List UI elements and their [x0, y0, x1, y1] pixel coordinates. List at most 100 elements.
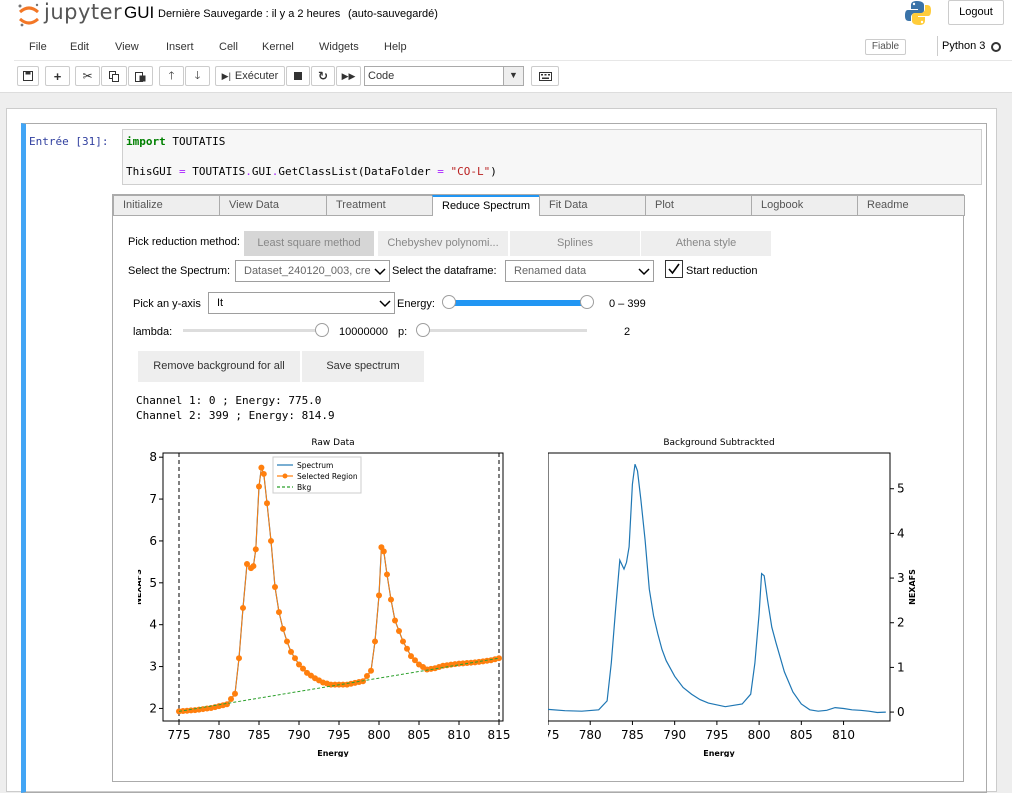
y-tick-label: 4	[897, 526, 905, 540]
restart-run-all-button[interactable]: ▶▶	[336, 66, 361, 86]
menu-cell[interactable]: Cell	[219, 41, 238, 53]
start-reduction-checkbox[interactable]	[665, 260, 683, 278]
toutatis-gui-widget: Initialize View Data Treatment Reduce Sp…	[112, 194, 965, 782]
tab-treatment[interactable]: Treatment	[326, 195, 433, 216]
tab-reduce-spectrum[interactable]: Reduce Spectrum	[432, 195, 540, 216]
slider-handle[interactable]	[416, 323, 430, 337]
menu-view[interactable]: View	[115, 41, 139, 53]
remove-background-button[interactable]: Remove background for all	[138, 351, 300, 382]
menu-edit[interactable]: Edit	[70, 41, 89, 53]
method-least-square-button[interactable]: Least square method	[244, 231, 374, 256]
lambda-slider[interactable]	[181, 323, 331, 339]
selected-region-point	[380, 548, 387, 555]
selected-region-point	[292, 655, 298, 662]
method-splines-button[interactable]: Splines	[510, 231, 640, 256]
tab-plot[interactable]: Plot	[645, 195, 752, 216]
legend-marker	[282, 473, 288, 479]
p-slider[interactable]	[415, 323, 590, 339]
menu-widgets[interactable]: Widgets	[319, 41, 359, 53]
method-chebyshev-button[interactable]: Chebyshev polynomi...	[378, 231, 508, 256]
chart-title: Raw Data	[311, 438, 354, 448]
tab-view-data[interactable]: View Data	[219, 195, 327, 216]
python-logo-icon	[905, 1, 931, 25]
copy-button[interactable]	[101, 66, 127, 86]
jupyter-logo-icon[interactable]	[17, 2, 41, 28]
x-tick-label: 780	[579, 728, 602, 742]
slider-fill	[447, 300, 587, 306]
yaxis-select[interactable]: It	[208, 292, 395, 314]
menu-insert[interactable]: Insert	[166, 41, 194, 53]
cell-type-select[interactable]: Code ▼	[364, 66, 524, 86]
selected-region-point	[384, 571, 390, 578]
plot-frame	[548, 452, 891, 722]
interrupt-button[interactable]	[286, 66, 310, 86]
tab-readme[interactable]: Readme	[857, 195, 965, 216]
x-tick-label: 795	[705, 728, 728, 742]
background-subtracted-chart: Background Subtrackted Energy 775 780 785 790…	[548, 438, 917, 757]
notebook-name[interactable]: GUI	[124, 3, 154, 23]
x-tick-label: 795	[328, 728, 351, 742]
y-tick-label: 7	[149, 492, 157, 506]
selected-region-point	[404, 645, 410, 652]
selected-region-point	[264, 500, 270, 507]
menu-kernel[interactable]: Kernel	[262, 41, 294, 53]
insert-cell-button[interactable]: +	[45, 66, 70, 86]
slider-track	[417, 329, 587, 332]
tab-logbook[interactable]: Logbook	[751, 195, 858, 216]
y-tick-label: 5	[897, 482, 905, 496]
y-axis-label: NEXAFS	[138, 569, 143, 605]
slider-handle[interactable]	[315, 323, 329, 337]
x-tick-label: 790	[663, 728, 686, 742]
tab-fit-data[interactable]: Fit Data	[539, 195, 646, 216]
x-tick-label: 805	[790, 728, 813, 742]
chevron-down-icon	[373, 261, 387, 281]
selected-region-point	[388, 596, 394, 603]
method-athena-button[interactable]: Athena style	[641, 231, 771, 256]
y-axis-label: NEXAFS	[908, 569, 917, 605]
copy-icon	[108, 70, 119, 82]
selected-region-point	[236, 655, 242, 662]
menubar: File Edit View Insert Cell Kernel Widget…	[14, 33, 1012, 61]
code-operator: .	[245, 165, 252, 178]
chevron-down-icon	[378, 293, 392, 313]
logout-button[interactable]: Logout	[948, 0, 1004, 25]
code-line-2: ThisGUI = TOUTATIS.GUI.GetClassList(Data…	[126, 165, 497, 178]
selected-region-point	[364, 672, 370, 679]
cut-button[interactable]: ✂	[75, 66, 100, 86]
restart-button[interactable]: ↻	[311, 66, 335, 86]
move-down-button[interactable]: 🡓	[185, 66, 210, 86]
chart-title: Background Subtrackted	[663, 438, 774, 448]
reduction-method-label: Pick reduction method:	[128, 236, 240, 248]
keyboard-icon	[538, 71, 552, 81]
code-editor[interactable]: import TOUTATIS ThisGUI = TOUTATIS.GUI.G…	[122, 129, 982, 185]
energy-range-slider[interactable]	[442, 295, 594, 311]
jupyter-logo-text[interactable]: jupyter	[44, 0, 122, 24]
menu-file[interactable]: File	[29, 41, 47, 53]
slider-handle-high[interactable]	[580, 295, 594, 309]
trusted-badge[interactable]: Fiable	[865, 39, 906, 55]
save-spectrum-button[interactable]: Save spectrum	[302, 351, 424, 382]
spectrum-select-label: Select the Spectrum:	[128, 265, 231, 277]
y-tick-label: 3	[897, 571, 905, 585]
menu-help[interactable]: Help	[384, 41, 407, 53]
paste-button[interactable]	[128, 66, 153, 86]
selected-region-point	[240, 604, 246, 611]
energy-slider-label: Energy:	[397, 298, 435, 310]
p-slider-label: p:	[398, 326, 408, 338]
lambda-slider-label: lambda:	[133, 326, 173, 338]
selected-region-point	[376, 592, 382, 599]
slider-handle-low[interactable]	[442, 295, 456, 309]
yaxis-select-label: Pick an y-axis	[133, 298, 201, 310]
save-button[interactable]	[17, 66, 39, 86]
x-tick-label: 780	[208, 728, 231, 742]
autosave-status: (auto-sauvegardé)	[348, 8, 438, 20]
move-up-button[interactable]: 🡑	[159, 66, 184, 86]
spectrum-select[interactable]: Dataset_240120_003, cre	[235, 260, 390, 282]
x-tick-label: 790	[288, 728, 311, 742]
chevron-down-icon	[637, 261, 651, 281]
run-button[interactable]: ▶| Exécuter	[215, 66, 285, 86]
code-cell[interactable]: Entrée [31]: import TOUTATIS ThisGUI = T…	[21, 123, 987, 793]
tab-initialize[interactable]: Initialize	[113, 195, 220, 216]
command-palette-button[interactable]	[531, 66, 559, 86]
dataframe-select[interactable]: Renamed data	[505, 260, 654, 282]
